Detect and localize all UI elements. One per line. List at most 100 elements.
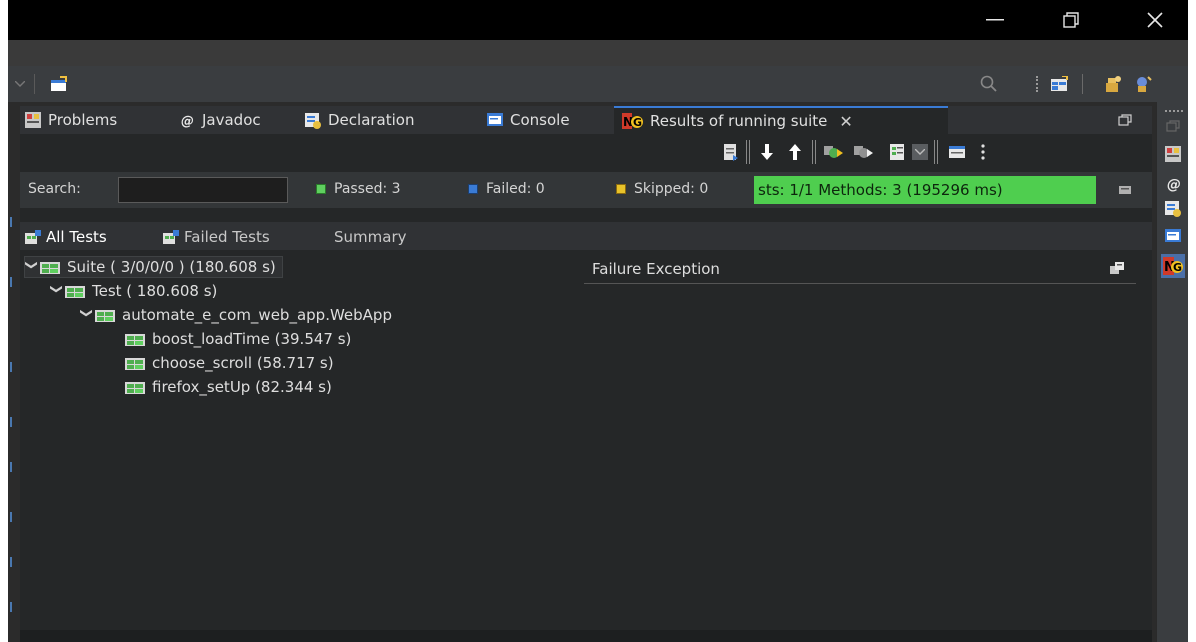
- node-label: Suite ( 3/0/0/0 ) (180.608 s): [67, 258, 276, 276]
- view-menu-icon[interactable]: [976, 142, 990, 162]
- console-icon: [487, 113, 503, 126]
- problems-icon: [25, 112, 41, 128]
- svg-text:@: @: [1167, 177, 1181, 193]
- svg-text:@: @: [181, 114, 194, 128]
- title-bar: [8, 0, 1188, 40]
- java-perspective-icon[interactable]: [1102, 74, 1124, 94]
- test-tree: ❯ Suite ( 3/0/0/0 ) (180.608 s) ❯ Test (…: [20, 252, 580, 630]
- tree-node-method[interactable]: choose_scroll (58.717 s): [124, 352, 334, 374]
- search-icon[interactable]: [978, 74, 1000, 94]
- toolbar-separator: [934, 140, 938, 164]
- skipped-text: Skipped: 0: [634, 181, 709, 197]
- tab-console[interactable]: Console: [486, 106, 570, 134]
- minimize-view-icon[interactable]: [1116, 182, 1134, 198]
- failure-exception-header: Failure Exception: [584, 256, 1136, 284]
- test-icon: [65, 286, 85, 298]
- minimize-icon: [986, 19, 1004, 21]
- close-icon: [1147, 12, 1163, 28]
- tab-results-of-running-suite[interactable]: NG Results of running suite ✕: [614, 106, 948, 134]
- collapse-all-icon[interactable]: [946, 142, 968, 162]
- open-perspective-icon[interactable]: [1048, 74, 1070, 94]
- testng-icon[interactable]: NG: [1161, 254, 1185, 278]
- tab-all-tests[interactable]: All Tests: [24, 226, 107, 248]
- tree-node-method[interactable]: firefox_setUp (82.344 s): [124, 376, 332, 398]
- chevron-down-icon[interactable]: [912, 144, 928, 160]
- rerun-failed-icon[interactable]: [852, 142, 876, 162]
- failure-exception-title: Failure Exception: [592, 260, 720, 278]
- at-icon: @: [181, 114, 194, 128]
- progress-bar: sts: 1/1 Methods: 3 (195296 ms): [754, 176, 1096, 204]
- skipped-count: Skipped: 0: [616, 181, 708, 197]
- progress-text: sts: 1/1 Methods: 3 (195296 ms): [758, 181, 1003, 199]
- problems-icon[interactable]: [1163, 144, 1183, 164]
- right-trim-stack: @ NG: [1156, 102, 1188, 642]
- search-label: Search:: [28, 181, 81, 197]
- tree-node-method[interactable]: boost_loadTime (39.547 s): [124, 328, 351, 350]
- toolbar-separator: [746, 140, 750, 164]
- tab-label: Declaration: [328, 111, 415, 129]
- main-toolbar: [8, 66, 1188, 102]
- previous-failure-icon[interactable]: [784, 142, 806, 162]
- horizontal-scrollbar[interactable]: [20, 630, 1152, 642]
- debug-perspective-icon[interactable]: [1132, 74, 1154, 94]
- results-stat-row: Search: Passed: 3 Failed: 0 Skipped: 0 s…: [20, 172, 1152, 208]
- tab-summary[interactable]: Summary: [334, 226, 407, 248]
- failed-count: Failed: 0: [468, 181, 545, 197]
- tab-label: Problems: [48, 111, 118, 129]
- close-tab-icon[interactable]: ✕: [839, 112, 852, 131]
- show-report-icon[interactable]: [720, 142, 742, 162]
- suite-icon: [40, 262, 60, 274]
- tab-label: Console: [510, 111, 570, 129]
- chevron-down-icon[interactable]: ❯: [80, 308, 94, 322]
- chevron-down-icon[interactable]: ❯: [25, 260, 39, 274]
- tab-declaration[interactable]: Declaration: [304, 106, 414, 134]
- tree-node-suite[interactable]: ❯ Suite ( 3/0/0/0 ) (180.608 s): [24, 256, 283, 278]
- skipped-icon: [616, 184, 626, 194]
- passed-icon: [316, 184, 326, 194]
- svg-text:G: G: [1173, 261, 1182, 274]
- minimize-button[interactable]: [972, 0, 1018, 40]
- method-icon: [125, 334, 145, 346]
- next-failure-icon[interactable]: [756, 142, 778, 162]
- tab-label: All Tests: [46, 228, 107, 246]
- chevron-down-icon[interactable]: ❯: [50, 284, 64, 298]
- restore-icon: [1063, 12, 1079, 28]
- svg-text:G: G: [633, 116, 642, 129]
- toggle-view-icon[interactable]: [886, 142, 908, 162]
- method-icon: [125, 358, 145, 370]
- class-icon: [95, 310, 115, 322]
- close-button[interactable]: [1132, 0, 1178, 40]
- maximize-view-icon[interactable]: [1116, 112, 1134, 128]
- toolbar-separator: [34, 74, 35, 94]
- toolbar-separator: [1082, 74, 1083, 94]
- tab-javadoc[interactable]: @ Javadoc: [180, 106, 261, 134]
- view-menu-chevron-icon[interactable]: [14, 78, 26, 90]
- node-label: Test ( 180.608 s): [92, 282, 218, 300]
- failed-text: Failed: 0: [486, 181, 545, 197]
- restore-view-icon[interactable]: [1163, 118, 1183, 134]
- at-icon[interactable]: @: [1163, 174, 1183, 194]
- copy-trace-icon[interactable]: [1108, 260, 1126, 276]
- tree-node-test[interactable]: ❯ Test ( 180.608 s): [50, 280, 217, 302]
- rerun-test-icon[interactable]: [822, 142, 846, 162]
- passed-text: Passed: 3: [334, 181, 401, 197]
- declaration-icon[interactable]: [1163, 198, 1183, 218]
- declaration-icon: [305, 113, 321, 129]
- left-gutter: [8, 102, 20, 642]
- trim-grip: [1165, 110, 1183, 112]
- tree-node-class[interactable]: ❯ automate_e_com_web_app.WebApp: [80, 304, 392, 326]
- tab-label: Failed Tests: [184, 228, 270, 246]
- node-label: firefox_setUp (82.344 s): [152, 378, 332, 396]
- console-icon[interactable]: [1163, 226, 1183, 246]
- toolbar-separator: [812, 140, 816, 164]
- passed-count: Passed: 3: [316, 181, 401, 197]
- tab-failed-tests[interactable]: Failed Tests: [162, 226, 270, 248]
- tab-problems[interactable]: Problems: [24, 106, 117, 134]
- search-input[interactable]: [118, 177, 288, 203]
- node-label: choose_scroll (58.717 s): [152, 354, 334, 372]
- new-window-icon[interactable]: [48, 74, 70, 94]
- restore-button[interactable]: [1048, 0, 1094, 40]
- view-tab-bar: Problems @ Javadoc Declaration Console N…: [20, 106, 1152, 134]
- screen: @ NG Problems @ Javadoc Declaration Cons…: [0, 0, 1196, 642]
- toolbar-grip: [1036, 76, 1039, 92]
